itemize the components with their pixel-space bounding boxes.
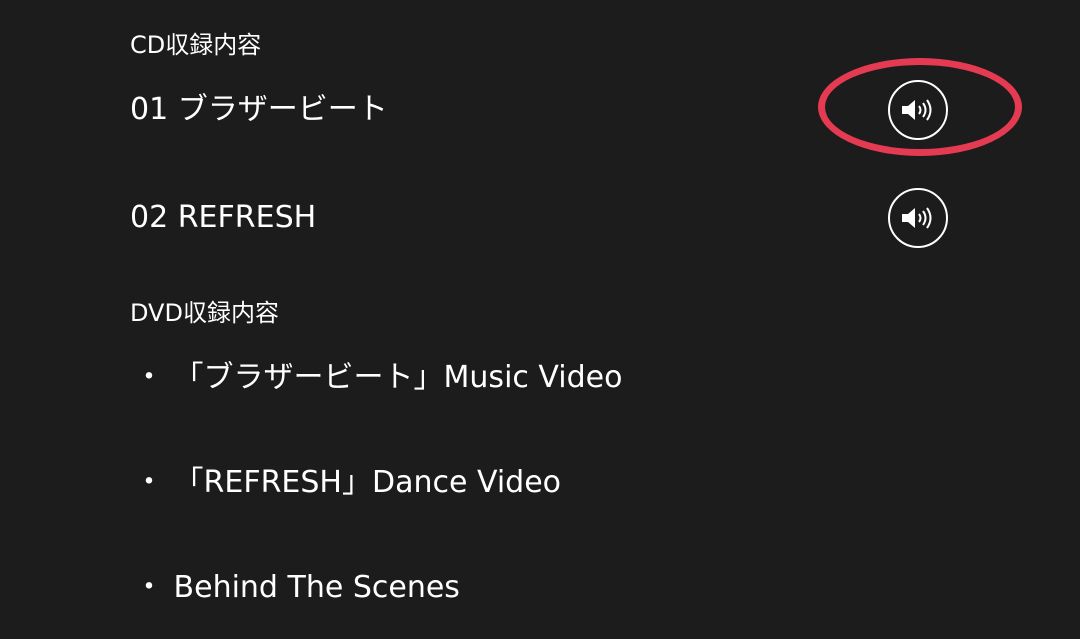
dvd-item-dance-video: ・ 「REFRESH」Dance Video (134, 465, 562, 500)
dvd-item-behind-the-scenes: ・ Behind The Scenes (134, 570, 460, 605)
play-button-track-02[interactable] (888, 188, 948, 248)
speaker-icon (902, 99, 932, 121)
track-title-01: 01 ブラザービート (130, 92, 388, 127)
play-button-track-01[interactable] (888, 80, 948, 140)
speaker-icon (902, 207, 932, 229)
cd-section-label: CD収録内容 (130, 31, 262, 59)
dvd-section-label: DVD収録内容 (130, 299, 279, 327)
release-contents-page: CD収録内容 01 ブラザービート 02 REFRESH DVD収録内容 ・ 「… (0, 0, 1080, 639)
dvd-item-music-video: ・ 「ブラザービート」Music Video (134, 360, 623, 395)
track-title-02: 02 REFRESH (130, 200, 317, 235)
